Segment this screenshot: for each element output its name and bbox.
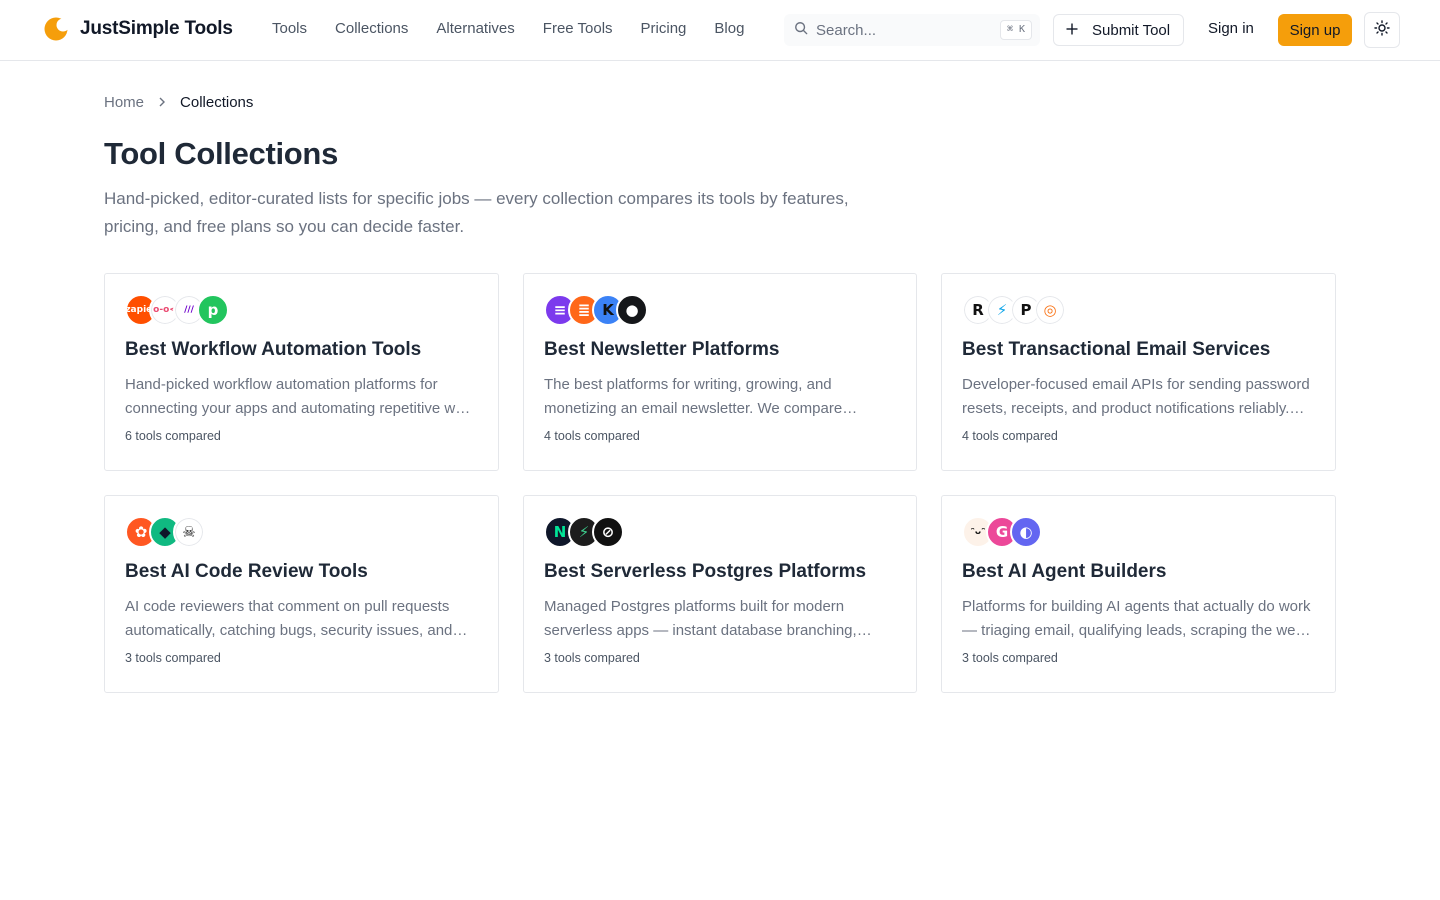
tool-avatar-stack: ᵔᴗᵔ G ◐ (962, 516, 1315, 548)
tool-avatar-stack: N ⚡ ⊘ (544, 516, 896, 548)
collection-tool-count: 4 tools compared (544, 429, 640, 443)
ghost-logo-icon: ● (616, 294, 648, 326)
collection-card[interactable]: ᵔᴗᵔ G ◐ Best AI Agent Builders Platforms f… (941, 495, 1336, 693)
prisma-logo-icon: ⊘ (592, 516, 624, 548)
collection-card[interactable]: R ⚡ P ◎ Best Transactional Email Services D… (941, 273, 1336, 471)
collections-grid: zapier o-o<///p Best Workflow Automation … (104, 273, 1336, 693)
tool-avatar-stack: ✿ ◆ ☠ (125, 516, 478, 548)
collection-description: The best platforms for writing, growing,… (544, 376, 843, 417)
collection-title: Best AI Code Review Tools (125, 561, 368, 582)
search-icon (794, 21, 808, 40)
sign-up-button[interactable]: Sign up (1278, 14, 1352, 46)
relevance-logo-icon: ◐ (1010, 516, 1042, 548)
nav-item-free-tools[interactable]: Free Tools (543, 20, 613, 37)
tool-avatar-stack: ≡ ≣ K ● (544, 294, 896, 326)
page-description: Hand-picked, editor-curated lists for sp… (104, 189, 849, 236)
theme-toggle-button[interactable] (1364, 12, 1400, 48)
search-shortcut-badge: ⌘ K (999, 20, 1032, 40)
nav-item-tools[interactable]: Tools (272, 20, 307, 37)
collection-title: Best Transactional Email Services (962, 339, 1271, 360)
sun-icon (1374, 19, 1390, 41)
collection-card[interactable]: ✿ ◆ ☠ Best AI Code Review Tools AI code re… (104, 495, 499, 693)
submit-tool-button[interactable]: Submit Tool (1053, 14, 1184, 46)
collection-description: Hand-picked workflow automation platform… (125, 376, 477, 417)
collection-tool-count: 4 tools compared (962, 429, 1058, 443)
breadcrumb-home-link[interactable]: Home (104, 94, 144, 111)
brand-name: JustSimple Tools (80, 18, 233, 39)
breadcrumb-current: Collections (180, 94, 254, 111)
nav-item-collections[interactable]: Collections (335, 20, 408, 37)
collection-card[interactable]: N ⚡ ⊘ Best Serverless Postgres Platforms M… (523, 495, 917, 693)
collection-description: AI code reviewers that comment on pull r… (125, 598, 453, 639)
collection-title: Best AI Agent Builders (962, 561, 1167, 582)
submit-tool-label: Submit Tool (1092, 21, 1171, 39)
brand-logo-icon (44, 17, 70, 41)
tool-avatar-stack: R ⚡ P ◎ (962, 294, 1315, 326)
collection-title: Best Workflow Automation Tools (125, 339, 422, 360)
graphite-logo-icon: ☠ (173, 516, 205, 548)
collection-tool-count: 3 tools compared (544, 651, 640, 665)
sign-in-button[interactable]: Sign in (1208, 20, 1254, 37)
main-nav: Tools Collections Alternatives Free Tool… (272, 20, 744, 37)
page-title: Tool Collections (104, 136, 339, 171)
collection-tool-count: 3 tools compared (962, 651, 1058, 665)
brand-logo[interactable]: JustSimple Tools (44, 17, 233, 41)
breadcrumb: Home Collections (104, 94, 253, 111)
collection-title: Best Serverless Postgres Platforms (544, 561, 867, 582)
collection-card[interactable]: ≡ ≣ K ● Best Newsletter Platforms The best … (523, 273, 917, 471)
collection-card[interactable]: zapier o-o<///p Best Workflow Automation … (104, 273, 499, 471)
mailgun-logo-icon: ◎ (1034, 294, 1066, 326)
chevron-right-icon (158, 94, 166, 111)
collection-tool-count: 3 tools compared (125, 651, 221, 665)
collection-description: Managed Postgres platforms built for mod… (544, 598, 857, 639)
top-header: JustSimple Tools Tools Collections Alter… (0, 0, 1440, 61)
collection-title: Best Newsletter Platforms (544, 339, 780, 360)
collection-tool-count: 6 tools compared (125, 429, 221, 443)
search-placeholder: Search... (816, 21, 877, 39)
tool-avatar-stack: zapier o-o<///p (125, 294, 478, 326)
pipedream-logo-icon: p (197, 294, 229, 326)
plus-icon (1066, 22, 1078, 39)
nav-item-pricing[interactable]: Pricing (641, 20, 687, 37)
nav-item-alternatives[interactable]: Alternatives (436, 20, 514, 37)
collection-description: Developer-focused email APIs for sending… (962, 376, 1310, 417)
nav-item-blog[interactable]: Blog (714, 20, 744, 37)
collection-description: Platforms for building AI agents that ac… (962, 598, 1311, 639)
search-input[interactable]: Search... ⌘ K (784, 14, 1040, 46)
